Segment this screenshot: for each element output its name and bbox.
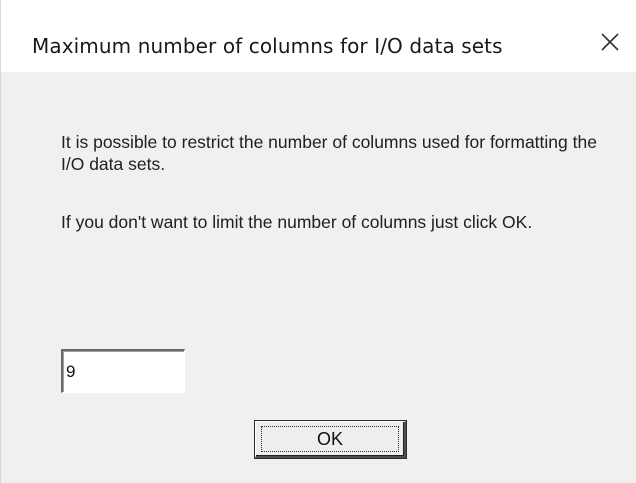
title-bar[interactable]: Maximum number of columns for I/O data s… [1, 0, 636, 72]
message-restrict-columns: It is possible to restrict the number of… [61, 132, 597, 174]
close-icon[interactable] [600, 32, 620, 52]
dialog-body: It is possible to restrict the number of… [1, 72, 636, 483]
dialog-window: Maximum number of columns for I/O data s… [0, 0, 636, 483]
max-columns-input[interactable] [61, 349, 185, 393]
ok-button[interactable]: OK [254, 420, 407, 459]
ok-button-label: OK [261, 426, 399, 452]
message-no-limit: If you don't want to limit the number of… [61, 212, 533, 232]
dialog-title: Maximum number of columns for I/O data s… [32, 34, 503, 58]
